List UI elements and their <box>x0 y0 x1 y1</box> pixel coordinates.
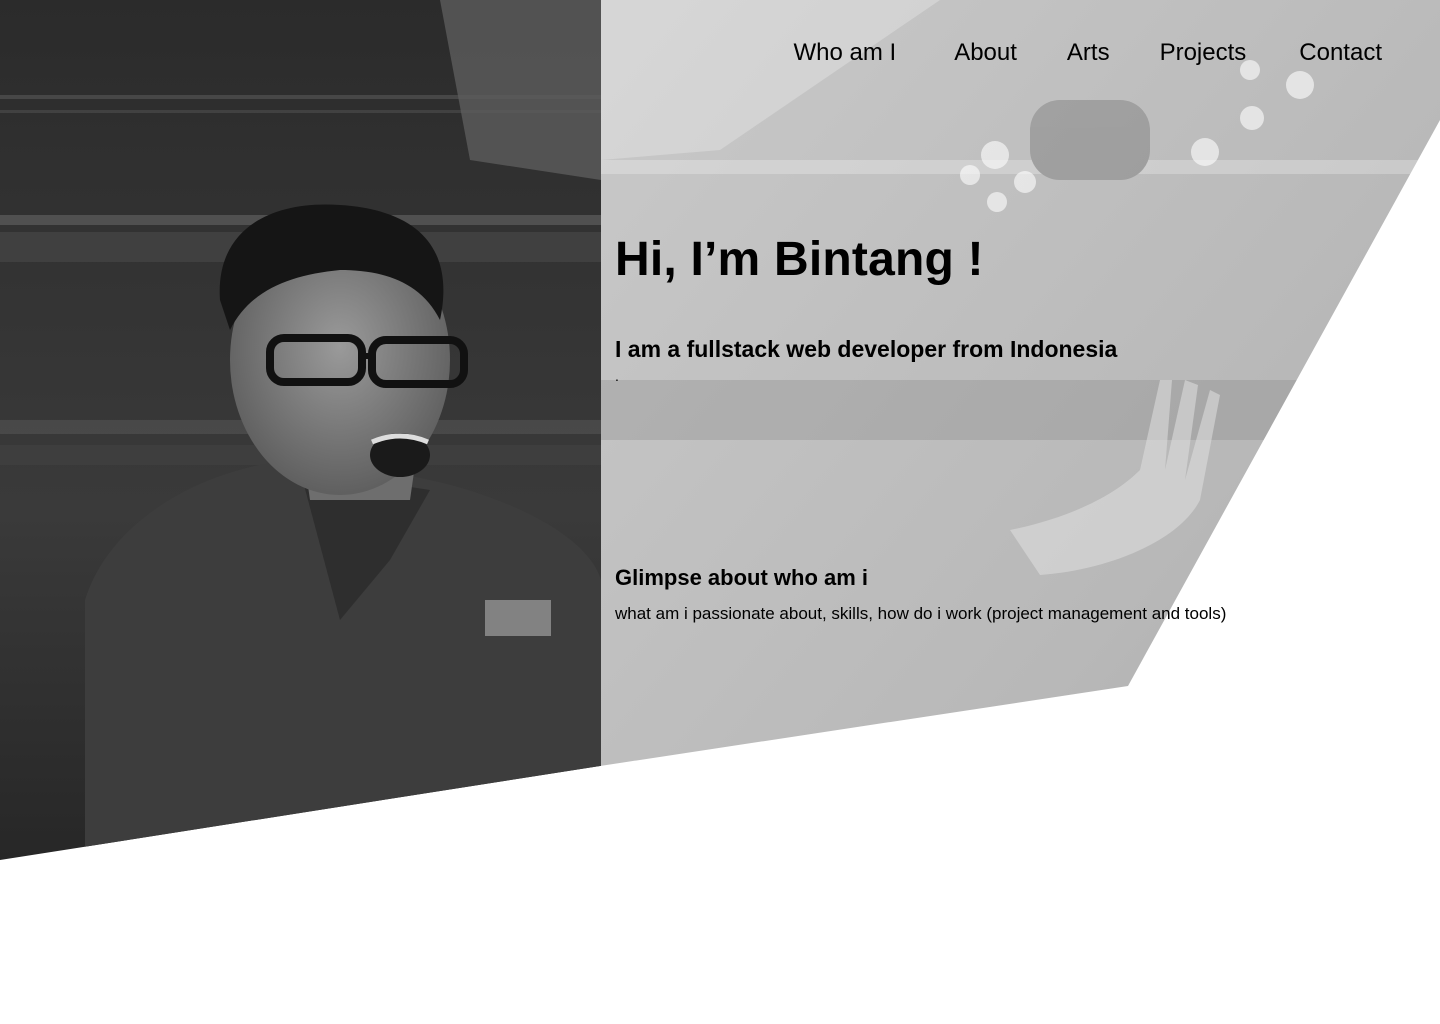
glimpse-section: Glimpse about who am i what am i passion… <box>615 563 1375 625</box>
hero-title: Hi, I’m Bintang ! <box>615 233 984 286</box>
nav-link-about[interactable]: About <box>954 36 1017 70</box>
nav-link-contact[interactable]: Contact <box>1299 36 1382 70</box>
glimpse-title: Glimpse about who am i <box>615 565 869 590</box>
glimpse-description: what am i passionate about, skills, how … <box>615 604 1227 623</box>
main-nav: Who am I About Arts Projects Contact <box>793 36 1382 70</box>
photo-group <box>0 0 1440 860</box>
page: Who am I About Arts Projects Contact Hi,… <box>0 0 1440 1024</box>
hero-trailing-mark: . <box>615 368 619 384</box>
nav-link-arts[interactable]: Arts <box>1067 36 1110 70</box>
nav-link-who-am-i[interactable]: Who am I <box>793 36 896 70</box>
hero-portrait-photo <box>0 0 1440 1024</box>
nav-link-projects[interactable]: Projects <box>1160 36 1247 70</box>
hero-section: Hi, I’m Bintang ! I am a fullstack web d… <box>615 228 1315 384</box>
hero-subtitle: I am a fullstack web developer from Indo… <box>615 336 1118 362</box>
